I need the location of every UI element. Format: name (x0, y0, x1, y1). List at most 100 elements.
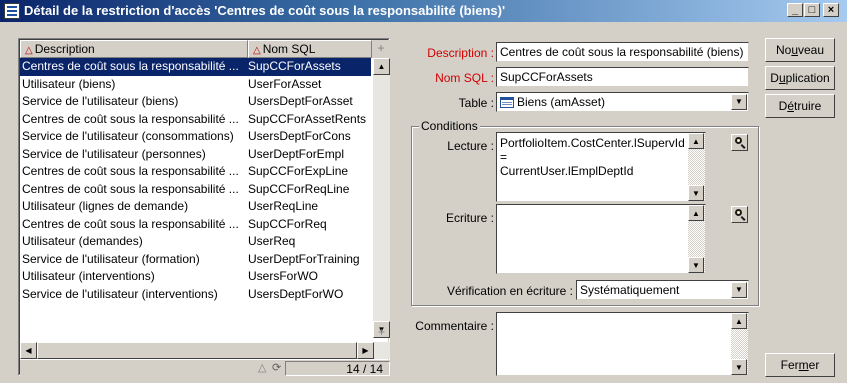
scroll-down-button[interactable]: ▼ (688, 257, 704, 273)
close-button[interactable]: Fermer (765, 353, 835, 377)
restriction-list[interactable]: △ Description △ Nom SQL + Centres de coût … (18, 38, 390, 377)
row-sqlname: SupCCForReq (248, 216, 327, 231)
button-accelerator: u (791, 43, 798, 57)
read-condition-scrollbar[interactable]: ▲ ▼ (688, 133, 705, 201)
read-condition-line: CurrentUser.lEmplDeptId (500, 164, 634, 178)
table-value: Biens (amAsset) (517, 95, 606, 109)
description-field[interactable]: Centres de coût sous la responsabilité (… (496, 42, 749, 62)
row-sqlname: UsersDeptForAsset (248, 94, 353, 108)
duplicate-button[interactable]: Duplication (765, 66, 835, 90)
table-row[interactable]: Utilisateur (biens) UserForAsset (20, 76, 371, 94)
description-label: Description : (427, 46, 494, 60)
horizontal-scroll-thumb[interactable] (37, 342, 357, 359)
magnifier-icon (735, 209, 742, 216)
button-accelerator: m (798, 358, 809, 372)
table-row[interactable]: Service de l'utilisateur (interventions)… (20, 286, 371, 304)
list-rows: Centres de coût sous la responsabilité .… (20, 58, 371, 303)
magnifier-icon (735, 137, 742, 144)
table-combobox[interactable]: Biens (amAsset) (496, 92, 749, 112)
table-row[interactable]: Centres de coût sous la responsabilité .… (20, 58, 371, 76)
row-description: Utilisateur (biens) (22, 76, 116, 91)
button-accelerator: é (787, 99, 794, 113)
table-label: Table : (458, 96, 494, 110)
write-check-combobox[interactable]: Systématiquement (576, 280, 749, 300)
table-row[interactable]: Centres de coût sous la responsabilité .… (20, 216, 371, 234)
button-text: D (770, 71, 779, 85)
write-lookup-button[interactable] (731, 206, 748, 223)
minimize-button[interactable]: _ (787, 3, 803, 17)
column-header-label: Nom SQL (262, 42, 316, 56)
restriction-list-body: △ Description △ Nom SQL + Centres de coût … (19, 39, 390, 377)
table-row[interactable]: Utilisateur (interventions) UsersForWO (20, 268, 371, 286)
comment-field[interactable]: ▲ ▼ (496, 312, 749, 376)
list-header: △ Description △ Nom SQL (20, 40, 372, 58)
destroy-button[interactable]: Détruire (765, 94, 835, 118)
write-check-dropdown-button[interactable]: ▼ (731, 282, 747, 298)
list-vertical-scrollbar[interactable]: ▲ ▼ (373, 58, 390, 338)
column-header-sqlname[interactable]: △ Nom SQL (248, 40, 372, 58)
row-description: Service de l'utilisateur (biens) (22, 94, 179, 108)
write-condition-field[interactable]: ▲ ▼ (496, 204, 706, 274)
table-row[interactable]: Service de l'utilisateur (consommations)… (20, 128, 371, 146)
scroll-up-button[interactable]: ▲ (688, 133, 704, 149)
read-condition-field[interactable]: PortfolioItem.CostCenter.lSupervId = Cur… (496, 132, 706, 202)
window-title: Détail de la restriction d'accès 'Centre… (24, 3, 506, 18)
table-row[interactable]: Utilisateur (demandes) UserReq (20, 233, 371, 251)
maximize-button[interactable]: □ (804, 3, 820, 17)
table-row[interactable]: Service de l'utilisateur (personnes) User… (20, 146, 371, 164)
sort-triangle-icon[interactable]: △ (258, 361, 266, 374)
column-header-label: Description (34, 42, 95, 56)
button-text: No (775, 43, 792, 57)
scroll-down-button[interactable]: ▼ (688, 185, 704, 201)
read-lookup-button[interactable] (731, 134, 748, 151)
table-row[interactable]: Service de l'utilisateur (formation) User… (20, 251, 371, 269)
button-text: veau (798, 43, 825, 57)
sort-triangle-icon: △ (25, 45, 33, 56)
sqlname-label: Nom SQL : (435, 71, 494, 85)
row-description: Utilisateur (interventions) (22, 269, 155, 283)
sort-triangle-icon: △ (253, 45, 261, 56)
list-footer: △ ⟳ 14 / 14 (20, 360, 390, 377)
row-description: Centres de coût sous la responsabilité .… (22, 181, 239, 196)
table-dropdown-button[interactable]: ▼ (731, 94, 747, 110)
button-text: plication (785, 71, 830, 85)
table-row[interactable]: Centres de coût sous la responsabilité .… (20, 111, 371, 129)
row-description: Utilisateur (demandes) (22, 234, 143, 248)
row-description: Centres de coût sous la responsabilité .… (22, 111, 239, 126)
table-row[interactable]: Service de l'utilisateur (biens) UsersDep… (20, 93, 371, 111)
scroll-left-button[interactable]: ◀ (20, 342, 37, 359)
app-icon (4, 3, 20, 19)
list-horizontal-scrollbar[interactable]: ◀ ▶ (20, 342, 390, 359)
table-row[interactable]: Centres de coût sous la responsabilité .… (20, 163, 371, 181)
row-sqlname: UserDeptForTraining (248, 251, 360, 266)
scroll-right-button[interactable]: ▶ (357, 342, 374, 359)
scroll-up-button[interactable]: ▲ (688, 205, 704, 221)
row-sqlname: SupCCForReqLine (248, 181, 350, 196)
write-check-value: Systématiquement (580, 283, 680, 297)
row-description: Service de l'utilisateur (personnes) (22, 146, 206, 161)
comment-scrollbar[interactable]: ▲ ▼ (731, 313, 748, 375)
row-sqlname: UserDeptForEmpl (248, 146, 345, 161)
table-icon (500, 97, 514, 108)
close-window-button[interactable]: × (823, 3, 839, 17)
scroll-up-button[interactable]: ▲ (731, 313, 747, 329)
button-text: Fer (780, 358, 799, 372)
scroll-down-button[interactable]: ▼ (731, 359, 747, 375)
row-description: Service de l'utilisateur (consommations) (22, 129, 234, 143)
column-header-description[interactable]: △ Description (20, 40, 248, 58)
row-description: Centres de coût sous la responsabilité .… (22, 216, 239, 231)
add-column-plus-icon[interactable]: + (372, 40, 390, 58)
conditions-title: Conditions (419, 119, 480, 133)
title-bar: Détail de la restriction d'accès 'Centre… (0, 0, 847, 22)
table-row[interactable]: Utilisateur (lignes de demande) UserReqLi… (20, 198, 371, 216)
write-label: Ecriture : (445, 211, 494, 225)
scroll-up-button[interactable]: ▲ (373, 58, 390, 75)
table-row[interactable]: Centres de coût sous la responsabilité .… (20, 181, 371, 199)
refresh-icon[interactable]: ⟳ (272, 361, 281, 374)
write-condition-scrollbar[interactable]: ▲ ▼ (688, 205, 705, 273)
list-plus-icon[interactable]: + (373, 324, 390, 341)
sqlname-field[interactable]: SupCCForAssets (496, 67, 749, 87)
new-button[interactable]: Nouveau (765, 38, 835, 62)
row-description: Utilisateur (lignes de demande) (22, 199, 189, 213)
read-condition-line: PortfolioItem.CostCenter.lSupervId = (500, 136, 685, 164)
